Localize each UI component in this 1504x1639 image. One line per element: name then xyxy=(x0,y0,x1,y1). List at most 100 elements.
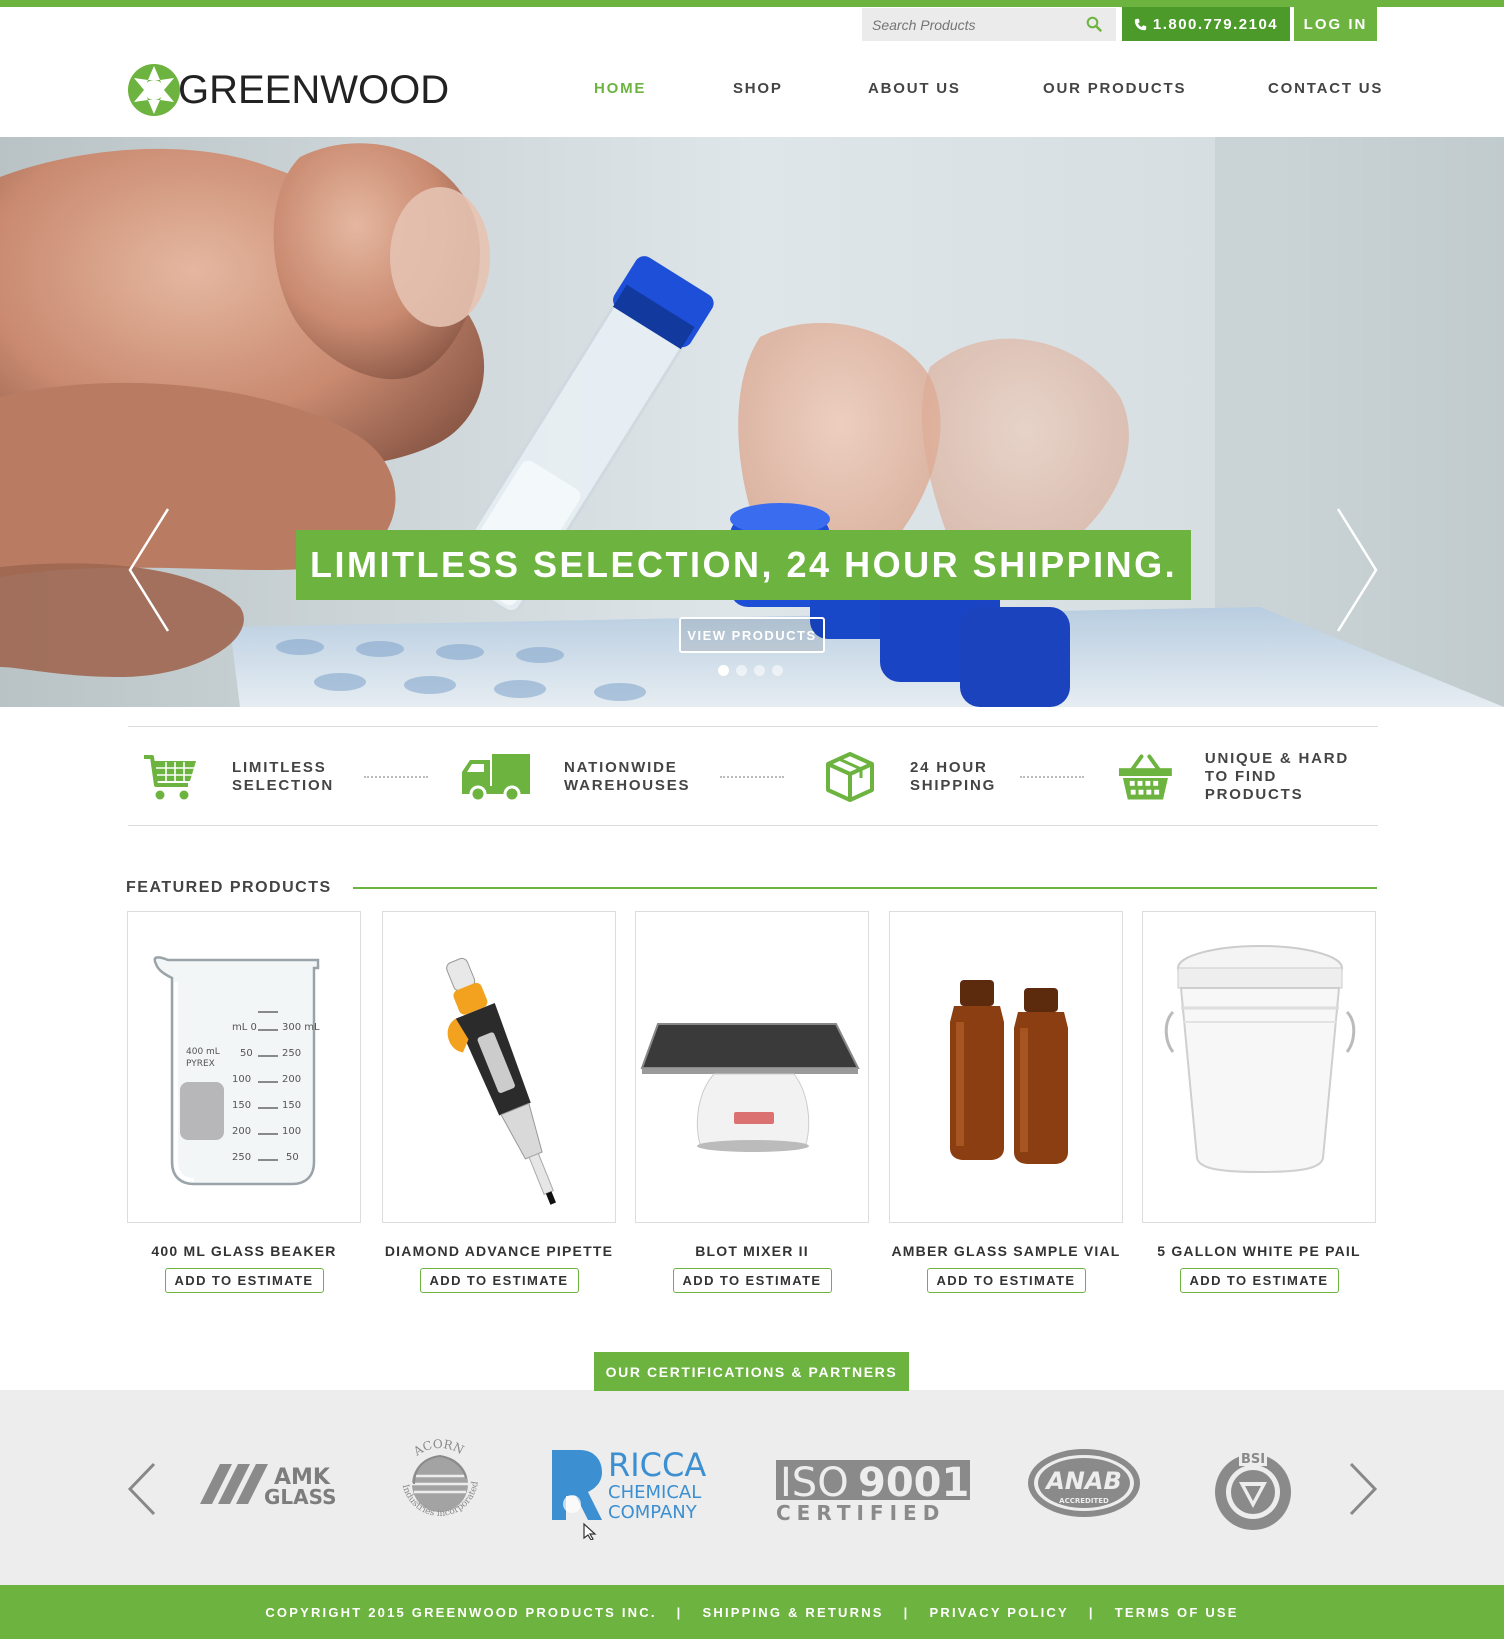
feature-label: 24 HOUR SHIPPING xyxy=(910,759,997,794)
features-strip: LIMITLESS SELECTION NATIONWIDE WAREHOUSE… xyxy=(128,726,1378,826)
product-name[interactable]: 5 GALLON WHITE PE PAIL xyxy=(1142,1243,1376,1259)
svg-text:ANAB: ANAB xyxy=(1044,1467,1122,1495)
slide-dot[interactable] xyxy=(754,665,765,676)
nav-contact-us[interactable]: CONTACT US xyxy=(1268,80,1383,97)
search-input[interactable] xyxy=(862,8,1072,41)
footer-separator: | xyxy=(903,1604,910,1620)
search-box xyxy=(862,8,1116,41)
glass-beaker-image: mL 0 300 mL 50 250 100 200 150 150 200 100 25… xyxy=(153,956,320,1186)
amk-glass-logo[interactable]: AMK GLASS xyxy=(200,1460,350,1506)
featured-products-title: FEATURED PRODUCTS xyxy=(126,879,332,896)
add-to-estimate-button[interactable]: ADD TO ESTIMATE xyxy=(419,1268,579,1293)
product-image-frame[interactable] xyxy=(635,911,869,1223)
shopping-basket-icon xyxy=(1118,754,1172,800)
shopping-cart-icon xyxy=(144,755,196,800)
feature-limitless-selection: LIMITLESS SELECTION xyxy=(142,727,334,827)
product-name[interactable]: 400 ML GLASS BEAKER xyxy=(127,1243,361,1259)
divider xyxy=(720,776,784,778)
footer-link-shipping-returns[interactable]: SHIPPING & RETURNS xyxy=(702,1605,883,1620)
add-to-estimate-button[interactable]: ADD TO ESTIMATE xyxy=(164,1268,324,1293)
product-name[interactable]: BLOT MIXER II xyxy=(635,1243,869,1259)
product-name[interactable]: AMBER GLASS SAMPLE VIAL xyxy=(889,1243,1123,1259)
svg-text:50: 50 xyxy=(240,1048,253,1059)
footer-link-terms-of-use[interactable]: TERMS OF USE xyxy=(1115,1605,1239,1620)
svg-text:150: 150 xyxy=(232,1100,251,1111)
svg-text:250: 250 xyxy=(282,1048,301,1059)
nav-about-us[interactable]: ABOUT US xyxy=(868,80,961,97)
search-icon[interactable] xyxy=(1086,16,1102,32)
svg-text:300 mL: 300 mL xyxy=(282,1022,320,1033)
footer-separator: | xyxy=(1088,1604,1095,1620)
footer-separator: | xyxy=(676,1604,683,1620)
svg-text:RICCA: RICCA xyxy=(608,1448,706,1484)
svg-text:200: 200 xyxy=(232,1126,251,1137)
nav-home[interactable]: HOME xyxy=(594,80,646,97)
svg-text:ISO: ISO xyxy=(780,1460,849,1506)
phone-icon xyxy=(1134,18,1147,30)
ricca-chemical-logo[interactable]: RICCA CHEMICAL COMPANY xyxy=(550,1448,720,1540)
svg-text:ACCREDITED: ACCREDITED xyxy=(1059,1497,1109,1505)
footer-link-privacy-policy[interactable]: PRIVACY POLICY xyxy=(930,1605,1069,1620)
product-card: AMBER GLASS SAMPLE VIAL ADD TO ESTIMATE xyxy=(889,911,1123,1293)
amber-vial-image xyxy=(950,980,1068,1164)
svg-text:9001: 9001 xyxy=(858,1460,969,1506)
product-card: DIAMOND ADVANCE PIPETTE ADD TO ESTIMATE xyxy=(382,911,616,1293)
package-box-icon xyxy=(826,752,874,802)
phone-button[interactable]: 1.800.779.2104 xyxy=(1122,7,1290,41)
view-products-button[interactable]: VIEW PRODUCTS xyxy=(679,617,825,653)
hero-title: LIMITLESS SELECTION, 24 HOUR SHIPPING. xyxy=(296,530,1192,600)
blot-mixer-image xyxy=(640,1023,860,1152)
phone-number: 1.800.779.2104 xyxy=(1152,15,1279,33)
product-card: mL 0 300 mL 50 250 100 200 150 150 200 100 25… xyxy=(127,911,361,1293)
svg-text:400 mL: 400 mL xyxy=(186,1047,220,1057)
svg-text:mL 0: mL 0 xyxy=(232,1022,257,1033)
feature-label: LIMITLESS SELECTION xyxy=(232,759,335,794)
hero-next-arrow-icon[interactable] xyxy=(1334,507,1378,633)
section-divider xyxy=(353,887,1377,889)
login-button[interactable]: LOG IN xyxy=(1294,7,1377,41)
add-to-estimate-button[interactable]: ADD TO ESTIMATE xyxy=(672,1268,832,1293)
svg-text:CERTIFIED: CERTIFIED xyxy=(776,1501,945,1524)
bsi-logo[interactable]: BSI xyxy=(1211,1448,1295,1530)
svg-text:GLASS: GLASS xyxy=(264,1485,337,1506)
product-card: BLOT MIXER II ADD TO ESTIMATE xyxy=(635,911,869,1293)
add-to-estimate-button[interactable]: ADD TO ESTIMATE xyxy=(1179,1268,1339,1293)
add-to-estimate-button[interactable]: ADD TO ESTIMATE xyxy=(926,1268,1086,1293)
feature-24-hour-shipping: 24 HOUR SHIPPING xyxy=(824,727,996,827)
certs-prev-arrow-icon[interactable] xyxy=(127,1462,157,1516)
product-image-frame[interactable] xyxy=(889,911,1123,1223)
nav-shop[interactable]: SHOP xyxy=(733,80,783,97)
hero-slider: LIMITLESS SELECTION, 24 HOUR SHIPPING. V… xyxy=(0,137,1504,707)
product-image-frame[interactable]: mL 0 300 mL 50 250 100 200 150 150 200 100 25… xyxy=(127,911,361,1223)
main-nav: HOME SHOP ABOUT US OUR PRODUCTS CONTACT … xyxy=(0,80,1504,104)
divider xyxy=(364,776,428,778)
feature-label: NATIONWIDE WAREHOUSES xyxy=(564,759,691,794)
svg-text:50: 50 xyxy=(286,1152,299,1163)
product-image-frame[interactable] xyxy=(1142,911,1376,1223)
iso-9001-logo[interactable]: ISO 9001 CERTIFIED xyxy=(774,1458,974,1524)
svg-text:100: 100 xyxy=(232,1074,251,1085)
hero-prev-arrow-icon[interactable] xyxy=(128,507,172,633)
svg-text:PYREX: PYREX xyxy=(186,1059,215,1069)
product-card: 5 GALLON WHITE PE PAIL ADD TO ESTIMATE xyxy=(1142,911,1376,1293)
product-image-frame[interactable] xyxy=(382,911,616,1223)
slide-dot[interactable] xyxy=(772,665,783,676)
acorn-industries-logo[interactable]: ACORN Industries incorporated xyxy=(394,1438,486,1530)
certs-next-arrow-icon[interactable] xyxy=(1348,1462,1378,1516)
certifications-title: OUR CERTIFICATIONS & PARTNERS xyxy=(594,1352,909,1391)
product-name[interactable]: DIAMOND ADVANCE PIPETTE xyxy=(382,1243,616,1259)
pipette-image xyxy=(446,957,556,1205)
divider xyxy=(1020,776,1084,778)
slide-dot[interactable] xyxy=(736,665,747,676)
svg-text:CHEMICAL: CHEMICAL xyxy=(608,1482,701,1503)
white-pail-image xyxy=(1164,945,1356,1174)
svg-text:COMPANY: COMPANY xyxy=(608,1502,698,1523)
anab-accredited-logo[interactable]: ANAB ACCREDITED xyxy=(1026,1447,1142,1519)
nav-our-products[interactable]: OUR PRODUCTS xyxy=(1043,80,1186,97)
top-accent-bar xyxy=(0,0,1504,7)
slide-dot[interactable] xyxy=(718,665,729,676)
svg-text:250: 250 xyxy=(232,1152,251,1163)
footer-copyright: COPYRIGHT 2015 GREENWOOD PRODUCTS INC. xyxy=(265,1604,657,1620)
feature-nationwide-warehouses: NATIONWIDE WAREHOUSES xyxy=(460,727,690,827)
svg-text:150: 150 xyxy=(282,1100,301,1111)
